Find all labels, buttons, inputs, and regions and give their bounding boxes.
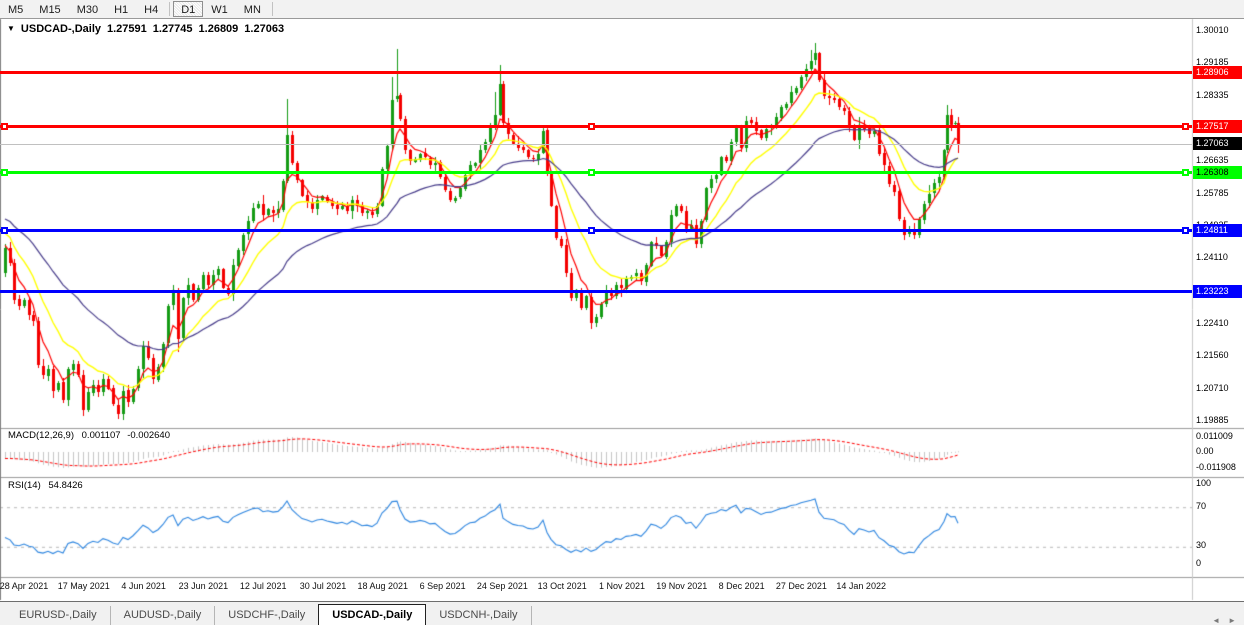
price-axis-label: 1.30010 [1196, 25, 1229, 35]
price-axis-label: 1.24110 [1196, 252, 1228, 262]
timeframe-button-m30[interactable]: M30 [69, 1, 106, 17]
ohlc-high: 1.27745 [153, 23, 193, 35]
date-axis-label: 13 Oct 2021 [538, 581, 587, 591]
rsi-axis-0: 0 [1196, 558, 1201, 568]
level-line-handle[interactable] [1182, 169, 1189, 176]
rsi-axis-70: 70 [1196, 501, 1206, 511]
ohlc-low: 1.26809 [199, 23, 239, 35]
chart-canvas[interactable] [0, 0, 1244, 625]
level-line-handle[interactable] [588, 123, 595, 130]
level-line-1.24811[interactable] [0, 229, 1192, 232]
level-line-handle[interactable] [1182, 227, 1189, 234]
collapse-arrow-icon[interactable]: ▼ [7, 24, 15, 34]
timeframe-button-m5[interactable]: M5 [0, 1, 31, 17]
tab-scroll-left-icon[interactable]: ◄ [1212, 616, 1220, 625]
date-axis-label: 24 Sep 2021 [477, 581, 528, 591]
toolbar-separator [169, 2, 170, 16]
date-axis-label: 1 Nov 2021 [599, 581, 645, 591]
level-price-badge: 1.26308 [1193, 166, 1242, 179]
level-line-handle[interactable] [588, 227, 595, 234]
tab-usdcad[interactable]: USDCAD-,Daily [318, 604, 426, 625]
level-line-handle[interactable] [1, 227, 8, 234]
timeframe-button-m15[interactable]: M15 [31, 1, 68, 17]
tab-audusd[interactable]: AUDUSD-,Daily [111, 606, 216, 625]
price-axis-label: 1.22410 [1196, 318, 1229, 328]
date-axis-label: 12 Jul 2021 [240, 581, 287, 591]
price-axis-label: 1.25785 [1196, 188, 1229, 198]
date-axis-label: 4 Jun 2021 [121, 581, 166, 591]
date-axis-label: 14 Jan 2022 [836, 581, 886, 591]
timeframe-toolbar: M5 M15 M30 H1 H4 D1 W1 MN [0, 0, 1244, 19]
ohlc-open: 1.27591 [107, 23, 147, 35]
date-axis-label: 30 Jul 2021 [300, 581, 347, 591]
date-axis-label: 6 Sep 2021 [420, 581, 466, 591]
current-price-badge: 1.27063 [1193, 137, 1242, 150]
level-price-badge: 1.24811 [1193, 224, 1242, 237]
price-axis-label: 1.19885 [1196, 415, 1229, 425]
level-line-1.28906[interactable] [0, 71, 1192, 74]
tab-usdchf[interactable]: USDCHF-,Daily [215, 606, 318, 625]
price-axis-label: 1.20710 [1196, 383, 1229, 393]
price-axis-label: 1.28335 [1196, 90, 1229, 100]
level-line-handle[interactable] [588, 169, 595, 176]
date-axis-label: 19 Nov 2021 [656, 581, 707, 591]
timeframe-button-h1[interactable]: H1 [106, 1, 136, 17]
timeframe-button-d1[interactable]: D1 [173, 1, 203, 17]
rsi-label: RSI(14) 54.8426 [8, 480, 83, 491]
current-price-line [0, 144, 1192, 145]
level-line-handle[interactable] [1, 169, 8, 176]
level-line-handle[interactable] [1, 123, 8, 130]
mt4-window: M5 M15 M30 H1 H4 D1 W1 MN ▼ USDCAD-,Dail… [0, 0, 1244, 625]
level-line-1.27517[interactable] [0, 125, 1192, 128]
timeframe-button-mn[interactable]: MN [236, 1, 269, 17]
level-price-badge: 1.28906 [1193, 66, 1242, 79]
tab-usdcnh[interactable]: USDCNH-,Daily [426, 606, 531, 625]
macd-axis-max: 0.011009 [1196, 431, 1233, 441]
timeframe-button-h4[interactable]: H4 [136, 1, 166, 17]
tab-scroll-right-icon[interactable]: ► [1228, 616, 1236, 625]
macd-axis-min: -0.011908 [1196, 462, 1236, 472]
level-price-badge: 1.27517 [1193, 120, 1242, 133]
macd-axis-zero: 0.00 [1196, 446, 1214, 456]
level-line-handle[interactable] [1182, 123, 1189, 130]
chart-title: ▼ USDCAD-,Daily 1.27591 1.27745 1.26809 … [7, 23, 284, 35]
date-axis-label: 28 Apr 2021 [0, 581, 48, 591]
price-axis-label: 1.26635 [1196, 155, 1229, 165]
rsi-axis-30: 30 [1196, 540, 1206, 550]
level-line-1.26308[interactable] [0, 171, 1192, 174]
symbol-tabbar: EURUSD-,Daily AUDUSD-,Daily USDCHF-,Dail… [0, 601, 1244, 625]
macd-label: MACD(12,26,9) 0.001107 -0.002640 [8, 430, 170, 441]
tab-eurusd[interactable]: EURUSD-,Daily [6, 606, 111, 625]
date-axis-label: 18 Aug 2021 [358, 581, 409, 591]
date-axis-label: 17 May 2021 [58, 581, 110, 591]
symbol-period-label: USDCAD-,Daily [21, 23, 101, 35]
price-axis-label: 1.21560 [1196, 350, 1229, 360]
toolbar-separator [272, 2, 273, 16]
rsi-axis-100: 100 [1196, 478, 1211, 488]
level-price-badge: 1.23223 [1193, 285, 1242, 298]
ohlc-close: 1.27063 [244, 23, 284, 35]
date-axis-label: 23 Jun 2021 [179, 581, 229, 591]
timeframe-button-w1[interactable]: W1 [203, 1, 236, 17]
date-axis-label: 8 Dec 2021 [719, 581, 765, 591]
level-line-1.23223[interactable] [0, 290, 1192, 293]
date-axis-label: 27 Dec 2021 [776, 581, 827, 591]
